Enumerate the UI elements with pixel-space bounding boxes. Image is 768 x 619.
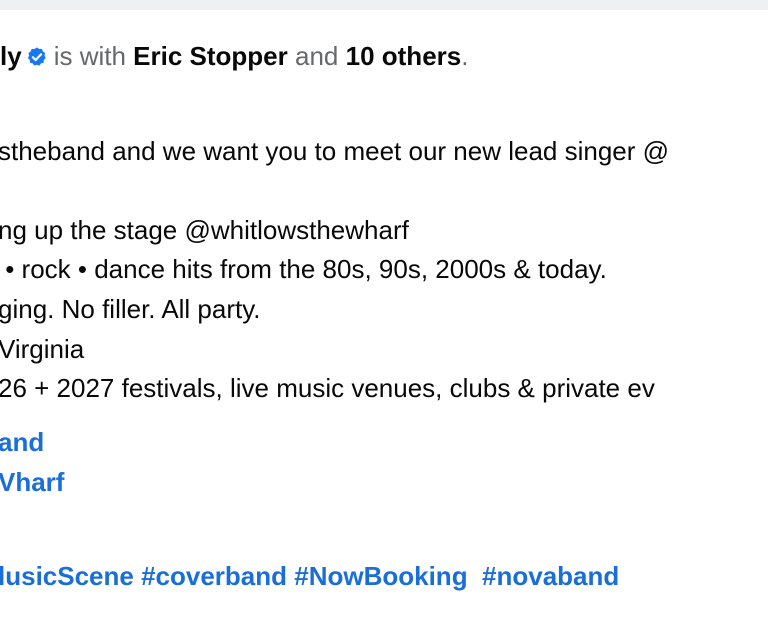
header-period: . [461, 41, 469, 71]
and-text: and [295, 41, 339, 71]
hashtags-line[interactable]: lusicScene #coverband #NowBooking #novab… [0, 559, 619, 593]
post-body-line-2: ng up the stage @whitlowsthewharf [0, 215, 409, 245]
band-link[interactable]: and [0, 425, 44, 459]
with-text: is with [53, 41, 126, 71]
post-body-line-5: Virginia [0, 334, 85, 364]
post-body-line-6: 26 + 2027 festivals, live music venues, … [0, 373, 655, 403]
wharf-link[interactable]: Vharf [0, 465, 64, 499]
top-divider-bar [0, 0, 768, 10]
post-body-line-3: • rock • dance hits from the 80s, 90s, 2… [0, 254, 607, 284]
tagged-person-link[interactable]: Eric Stopper [133, 41, 288, 71]
post-body-line-1: stheband and we want you to meet our new… [0, 136, 670, 166]
post-header: ly is with Eric Stopper and 10 others. [0, 39, 468, 73]
others-link[interactable]: 10 others [346, 41, 462, 71]
verified-badge-icon [27, 47, 46, 66]
author-name[interactable]: ly [0, 41, 22, 71]
post-body-line-4: ging. No filler. All party. [0, 294, 261, 324]
